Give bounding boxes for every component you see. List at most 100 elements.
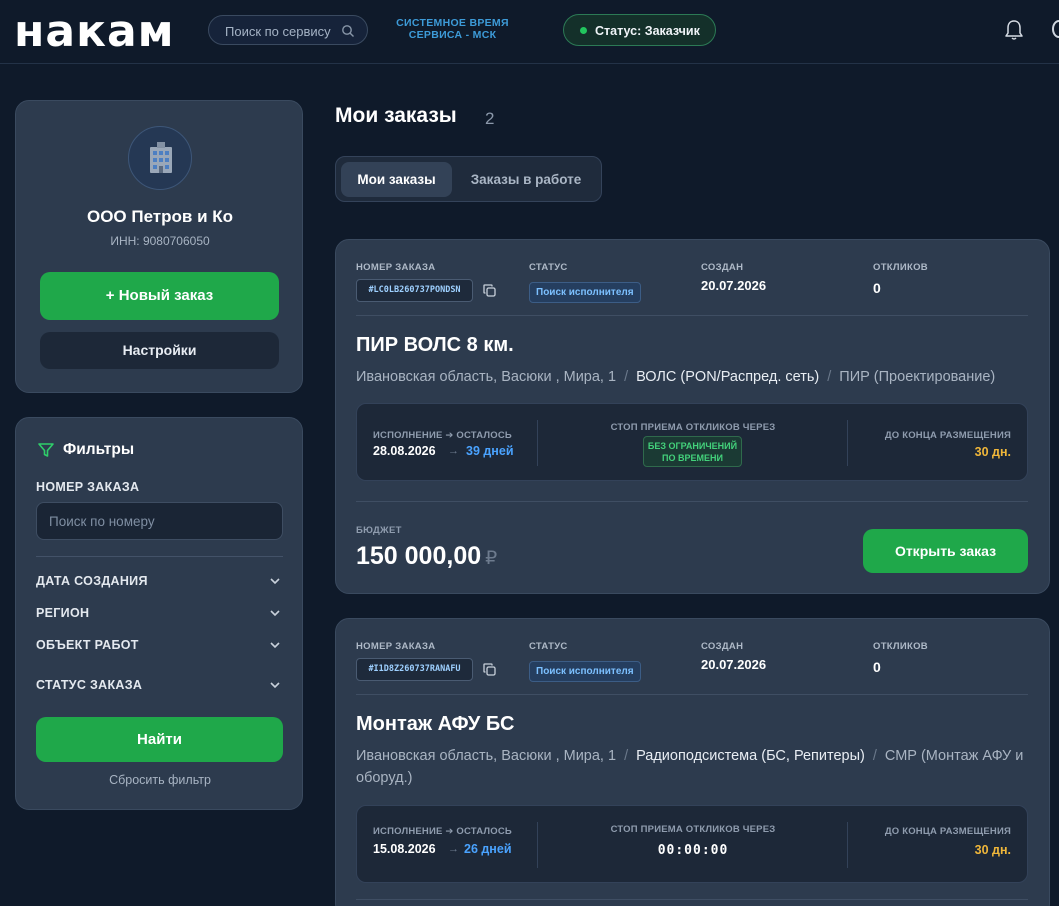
company-inn: ИНН: 9080706050	[110, 234, 210, 248]
budget-label: БЮДЖЕТ	[356, 525, 402, 536]
company-avatar	[128, 126, 192, 190]
status-badge: Поиск исполнителя	[529, 661, 641, 682]
company-name: ООО Петров и Ко	[86, 207, 234, 226]
system-time-label: СИСТЕМНОЕ ВРЕМЯ СЕРВИСА - МСК	[380, 17, 525, 41]
order-location: Ивановская область, Васюки , Мира, 1	[356, 748, 617, 764]
filter-date-created-label: ДАТА СОЗДАНИЯ	[36, 574, 148, 588]
search-input[interactable]: Поиск по сервису	[208, 15, 368, 45]
open-order-button[interactable]: Открыть заказ	[863, 529, 1028, 573]
filters-panel: Фильтры НОМЕР ЗАКАЗА Поиск по номеру ДАТ…	[15, 417, 303, 810]
execution-label: ИСПОЛНЕНИЕ ➔ ОСТАЛОСЬ	[373, 430, 512, 441]
ruble-icon: ₽	[485, 548, 498, 569]
order-object: Радиоподсистема (БС, Репитеры)	[636, 748, 865, 764]
order-code: #LC0LB260737PONDSN	[356, 279, 473, 302]
order-divider	[356, 694, 1028, 695]
order-divider	[356, 501, 1028, 502]
chevron-down-icon	[270, 578, 280, 585]
building-icon	[150, 142, 172, 173]
role-status-pill[interactable]: Статус: Заказчик	[563, 14, 716, 46]
execution-date: 15.08.2026	[373, 842, 436, 856]
order-location-line: Ивановская область, Васюки , Мира, 1 / Рад…	[356, 745, 1026, 789]
days-left: 26 дней	[464, 842, 512, 856]
filter-region[interactable]: РЕГИОН	[36, 603, 283, 623]
order-number-label: НОМЕР ЗАКАЗА	[356, 262, 436, 273]
reset-filter-link[interactable]: Сбросить фильтр	[16, 773, 304, 787]
order-location-line: Ивановская область, Васюки , Мира, 1 / ВОЛ…	[356, 366, 1026, 388]
order-timeline: ИСПОЛНЕНИЕ ➔ ОСТАЛОСЬ 28.08.2026 → 39 дн…	[356, 403, 1028, 481]
arrow-right-icon: →	[448, 843, 459, 855]
new-order-button[interactable]: + Новый заказ	[40, 272, 279, 320]
order-divider	[356, 315, 1028, 316]
separator: /	[624, 748, 629, 764]
created-date: 20.07.2026	[701, 657, 767, 672]
created-date: 20.07.2026	[701, 278, 767, 293]
chevron-down-icon	[270, 610, 280, 617]
days-left: 39 дней	[466, 444, 514, 458]
filter-work-object[interactable]: ОБЪЕКТ РАБОТ	[36, 635, 283, 655]
search-placeholder: Поиск по сервису	[225, 24, 331, 39]
search-icon	[342, 25, 354, 37]
order-number-filter-label: НОМЕР ЗАКАЗА	[36, 480, 140, 494]
order-divider	[356, 899, 1028, 900]
order-object: ВОЛС (PON/Распред. сеть)	[636, 369, 820, 385]
top-header: накам Поиск по сервису СИСТЕМНОЕ ВРЕМЯ С…	[0, 0, 1059, 64]
stop-responses-label: СТОП ПРИЕМА ОТКЛИКОВ ЧЕРЕЗ	[610, 422, 776, 433]
system-time-line1: СИСТЕМНОЕ ВРЕМЯ	[396, 17, 509, 29]
order-title[interactable]: Монтаж АФУ БС	[356, 713, 514, 736]
separator: /	[872, 748, 877, 764]
filter-work-object-label: ОБЪЕКТ РАБОТ	[36, 638, 139, 652]
company-profile-card: ООО Петров и Ко ИНН: 9080706050 + Новый …	[15, 100, 303, 393]
placement-days: 30 дн.	[974, 843, 1011, 857]
find-button[interactable]: Найти	[36, 717, 283, 762]
responses-count: 0	[873, 280, 881, 296]
orders-count: 2	[485, 109, 495, 128]
budget-amount-line: 150 000,00 ₽	[356, 542, 497, 571]
chevron-down-icon	[270, 642, 280, 649]
tab-my-orders[interactable]: Мои заказы	[341, 162, 452, 197]
created-label: СОЗДАН	[701, 262, 744, 273]
budget-amount: 150 000,00	[356, 542, 482, 570]
no-limit-line1: БЕЗ ОГРАНИЧЕНИЙ	[647, 441, 738, 451]
stop-responses-label: СТОП ПРИЕМА ОТКЛИКОВ ЧЕРЕЗ	[610, 824, 776, 835]
execution-date: 28.08.2026	[373, 444, 436, 458]
bell-icon[interactable]	[1004, 19, 1024, 41]
user-menu-icon[interactable]	[1052, 20, 1059, 38]
status-dot-icon	[580, 27, 587, 34]
settings-button[interactable]: Настройки	[40, 332, 279, 369]
logo[interactable]: накам	[14, 10, 175, 54]
arrow-right-icon: →	[448, 445, 459, 457]
responses-count: 0	[873, 659, 881, 675]
order-timeline: ИСПОЛНЕНИЕ ➔ ОСТАЛОСЬ 15.08.2026 → 26 дн…	[356, 805, 1028, 883]
placement-label: ДО КОНЦА РАЗМЕЩЕНИЯ	[884, 430, 1011, 441]
placement-days: 30 дн.	[974, 445, 1011, 459]
created-label: СОЗДАН	[701, 641, 744, 652]
filters-divider	[36, 556, 283, 557]
order-number-search-input[interactable]: Поиск по номеру	[36, 502, 283, 540]
order-work-type: ПИР (Проектирование)	[839, 369, 996, 385]
page-title: Мои заказы	[335, 104, 457, 127]
separator: /	[624, 369, 629, 385]
no-limit-line2: ПО ВРЕМЕНИ	[662, 453, 723, 463]
timeline-separator	[847, 822, 848, 868]
tab-orders-in-work[interactable]: Заказы в работе	[456, 162, 596, 197]
order-number-label: НОМЕР ЗАКАЗА	[356, 641, 436, 652]
order-location: Ивановская область, Васюки , Мира, 1	[356, 369, 617, 385]
order-code: #I1D8Z260737RANAFU	[356, 658, 473, 681]
no-time-limit-badge: БЕЗ ОГРАНИЧЕНИЙ ПО ВРЕМЕНИ	[643, 436, 742, 467]
filter-order-status[interactable]: СТАТУС ЗАКАЗА	[36, 675, 283, 695]
copy-icon[interactable]	[483, 663, 496, 676]
filter-region-label: РЕГИОН	[36, 606, 90, 620]
filter-funnel-icon	[38, 443, 54, 457]
copy-icon[interactable]	[483, 284, 496, 297]
order-card: НОМЕР ЗАКАЗА #LC0LB260737PONDSN СТАТУС П…	[335, 239, 1050, 594]
status-badge: Поиск исполнителя	[529, 282, 641, 303]
order-card: НОМЕР ЗАКАЗА #I1D8Z260737RANAFU СТАТУС П…	[335, 618, 1050, 906]
execution-label: ИСПОЛНЕНИЕ ➔ ОСТАЛОСЬ	[373, 826, 512, 837]
role-status-text: Статус: Заказчик	[595, 24, 700, 38]
status-label: СТАТУС	[529, 262, 568, 273]
separator: /	[827, 369, 832, 385]
filter-date-created[interactable]: ДАТА СОЗДАНИЯ	[36, 571, 283, 591]
order-title[interactable]: ПИР ВОЛС 8 км.	[356, 334, 514, 357]
system-time-line2: СЕРВИСА - МСК	[408, 29, 497, 41]
filters-title: Фильтры	[63, 441, 135, 458]
